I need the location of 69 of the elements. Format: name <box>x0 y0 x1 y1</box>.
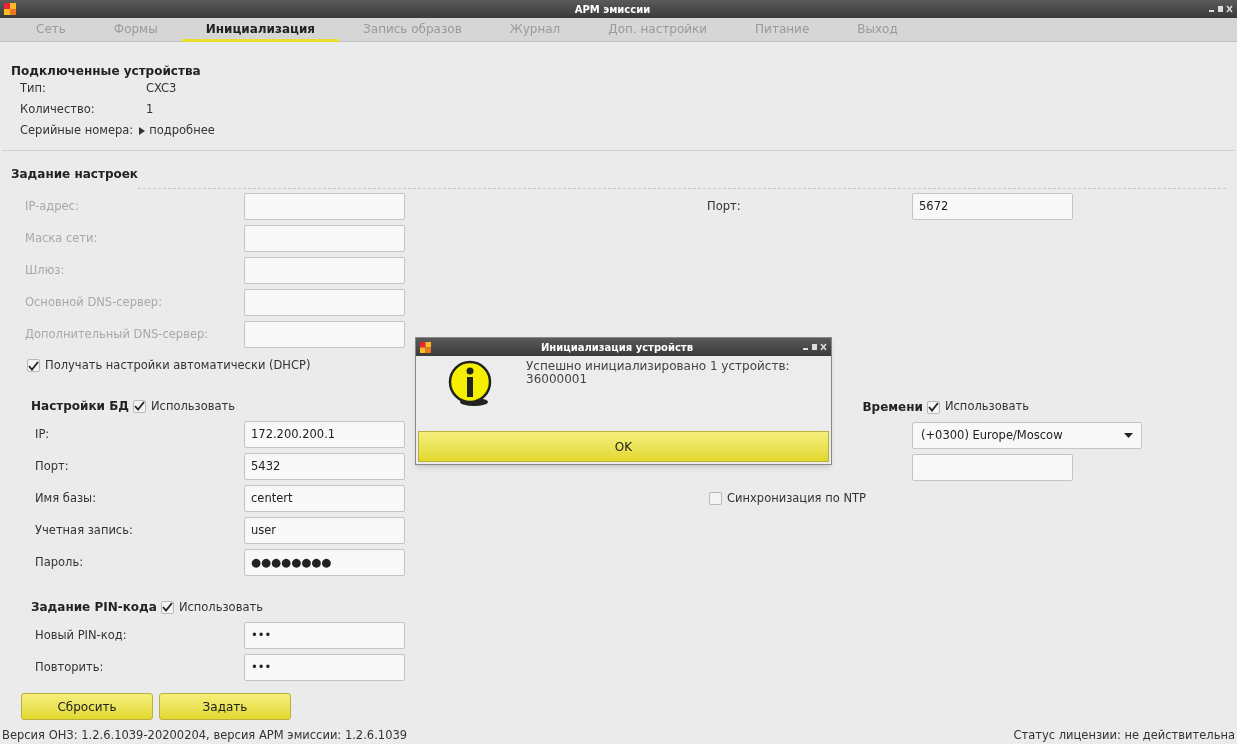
checkbox[interactable] <box>133 399 146 413</box>
app-icon <box>420 341 431 353</box>
input-field[interactable] <box>244 257 405 284</box>
input-field[interactable]: 172.200.200.1 <box>244 421 405 449</box>
input-field[interactable] <box>244 225 405 252</box>
version-text: Версия ОНЗ: 1.2.6.1039-20200204, версия АРМ эмиссии: 1.2.6.1039 <box>2 726 408 744</box>
input-field[interactable] <box>244 193 405 220</box>
info-label: Серийные номера: <box>20 121 134 139</box>
action-button[interactable]: Задать <box>159 693 291 721</box>
window-title: АРМ эмиссии <box>573 2 652 17</box>
field-label: Маска сети: <box>25 229 99 247</box>
dialog-serial: 36000001 <box>526 373 588 386</box>
input-field[interactable]: centert <box>244 485 405 513</box>
info-label: Тип: <box>20 79 47 97</box>
checkmark-icon <box>161 602 173 613</box>
tab[interactable]: Инициализация <box>181 18 340 42</box>
checkbox[interactable] <box>160 600 174 614</box>
info-icon <box>448 360 494 408</box>
field-label: Шлюз: <box>25 261 66 279</box>
input-field[interactable] <box>244 289 405 316</box>
input-field[interactable]: ••• <box>244 654 405 682</box>
field-label: Учетная запись: <box>35 522 134 540</box>
input-field[interactable]: ●●●●●●●● <box>244 549 405 577</box>
dropdown-arrow-icon <box>1124 433 1133 438</box>
section-title: Настройки БД <box>31 398 129 416</box>
input-field[interactable]: 5672 <box>912 193 1073 220</box>
ok-button[interactable]: OK <box>418 431 829 462</box>
input-field[interactable]: user <box>244 517 405 545</box>
field-label: IP: <box>35 426 51 444</box>
field-label: IP-адрес: <box>25 197 80 215</box>
section-title: Задание PIN-кода <box>31 599 157 617</box>
checkbox[interactable] <box>709 492 722 506</box>
field-label: Повторить: <box>35 659 105 677</box>
field-label: Дополнительный DNS-сервер: <box>25 325 210 343</box>
input-field[interactable]: 5432 <box>244 453 405 481</box>
info-value: CXC3 <box>146 79 177 97</box>
field-label: Пароль: <box>35 554 85 572</box>
timezone-dropdown[interactable]: (+0300) Europe/Moscow <box>912 422 1142 449</box>
field-label: Новый PIN-код: <box>35 627 128 645</box>
details-expander[interactable]: подробнее <box>139 121 215 140</box>
section-title: Времени <box>862 399 923 416</box>
expander-arrow-icon <box>139 126 146 135</box>
section-title: Задание настроек <box>11 166 138 183</box>
field-label: Порт: <box>707 197 742 215</box>
section-title: Подключенные устройства <box>11 64 202 78</box>
checkbox-label: Использовать <box>178 598 263 616</box>
checkbox-label: Синхронизация по NTP <box>727 490 866 507</box>
checkmark-icon <box>28 360 39 371</box>
checkbox-label: Использовать <box>944 398 1029 416</box>
checkmark-icon <box>134 401 145 412</box>
input-field[interactable]: ••• <box>244 622 405 650</box>
input-field[interactable] <box>912 454 1073 481</box>
checkmark-icon <box>927 402 939 412</box>
dialog-message: Успешно инициализировано 1 устройств: <box>526 360 790 373</box>
checkbox[interactable] <box>926 400 940 414</box>
checkbox-label: Использовать <box>151 397 236 415</box>
info-value: 1 <box>146 100 154 118</box>
input-field[interactable] <box>244 321 405 348</box>
app-icon <box>4 3 16 15</box>
field-label: Порт: <box>35 458 70 476</box>
window-controls-icon[interactable] <box>1209 5 1233 13</box>
field-label: Основной DNS-сервер: <box>25 293 164 311</box>
window-controls-icon[interactable] <box>803 343 827 351</box>
action-button[interactable]: Сбросить <box>21 693 153 721</box>
license-status: Статус лицензии: не действительна <box>1013 726 1235 744</box>
field-label: Имя базы: <box>35 490 98 508</box>
info-label: Количество: <box>20 100 96 118</box>
checkbox-label: Получать настройки автоматически (DHCP) <box>45 357 311 374</box>
dialog-title: Инициализация устройств <box>540 340 694 355</box>
